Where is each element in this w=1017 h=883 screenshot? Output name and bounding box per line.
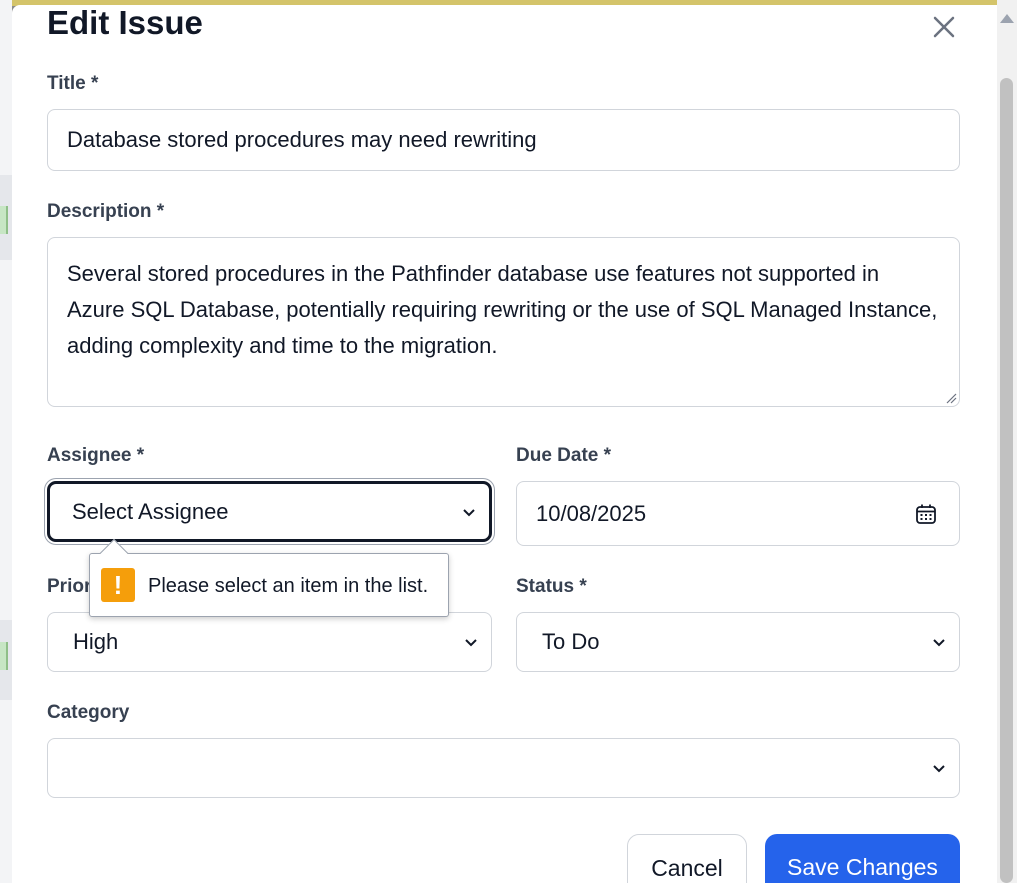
due-date-value: 10/08/2025 (536, 500, 647, 526)
title-input-value: Database stored procedures may need rewr… (67, 127, 537, 152)
edit-issue-modal: Edit Issue Title * Database stored proce… (12, 4, 997, 883)
tooltip-arrow (99, 538, 129, 568)
calendar-icon[interactable] (915, 503, 937, 525)
scrollbar-thumb[interactable] (1000, 78, 1013, 883)
scrollbar[interactable] (997, 0, 1017, 883)
title-label: Title * (47, 73, 99, 94)
scroll-up-arrow-icon[interactable] (1000, 14, 1014, 23)
cancel-button[interactable]: Cancel (627, 834, 747, 883)
save-changes-button[interactable]: Save Changes (765, 834, 960, 883)
close-button[interactable] (928, 11, 960, 43)
chevron-down-icon (463, 508, 475, 516)
due-date-input[interactable]: 10/08/2025 (516, 481, 960, 546)
description-textarea-value: Several stored procedures in the Pathfin… (67, 261, 938, 358)
modal-title: Edit Issue (47, 4, 203, 41)
assignee-select[interactable]: Select Assignee (47, 481, 492, 542)
validation-tooltip: ! Please select an item in the list. (89, 538, 449, 617)
assignee-label: Assignee * (47, 445, 145, 466)
validation-message: Please select an item in the list. (148, 575, 429, 597)
background-flag (0, 206, 8, 234)
title-input[interactable]: Database stored procedures may need rewr… (47, 109, 960, 171)
cancel-button-label: Cancel (651, 855, 723, 881)
close-icon (933, 16, 955, 38)
priority-select-value: High (73, 629, 119, 654)
category-label: Category (47, 702, 130, 723)
description-label: Description * (47, 201, 165, 222)
warning-icon: ! (101, 568, 135, 602)
background-flag (0, 642, 8, 670)
due-date-label: Due Date * (516, 445, 612, 466)
status-select[interactable]: To Do (516, 612, 960, 672)
save-changes-button-label: Save Changes (787, 854, 938, 880)
status-label: Status * (516, 576, 587, 597)
priority-select[interactable]: High (47, 612, 492, 672)
background-page (0, 0, 12, 883)
description-textarea[interactable]: Several stored procedures in the Pathfin… (47, 237, 960, 407)
assignee-select-value: Select Assignee (72, 498, 229, 524)
status-select-value: To Do (542, 629, 600, 654)
category-select[interactable] (47, 738, 960, 798)
resize-grip-icon[interactable] (945, 392, 957, 404)
chevron-down-icon (933, 639, 945, 647)
chevron-down-icon (933, 765, 945, 773)
chevron-down-icon (465, 639, 477, 647)
